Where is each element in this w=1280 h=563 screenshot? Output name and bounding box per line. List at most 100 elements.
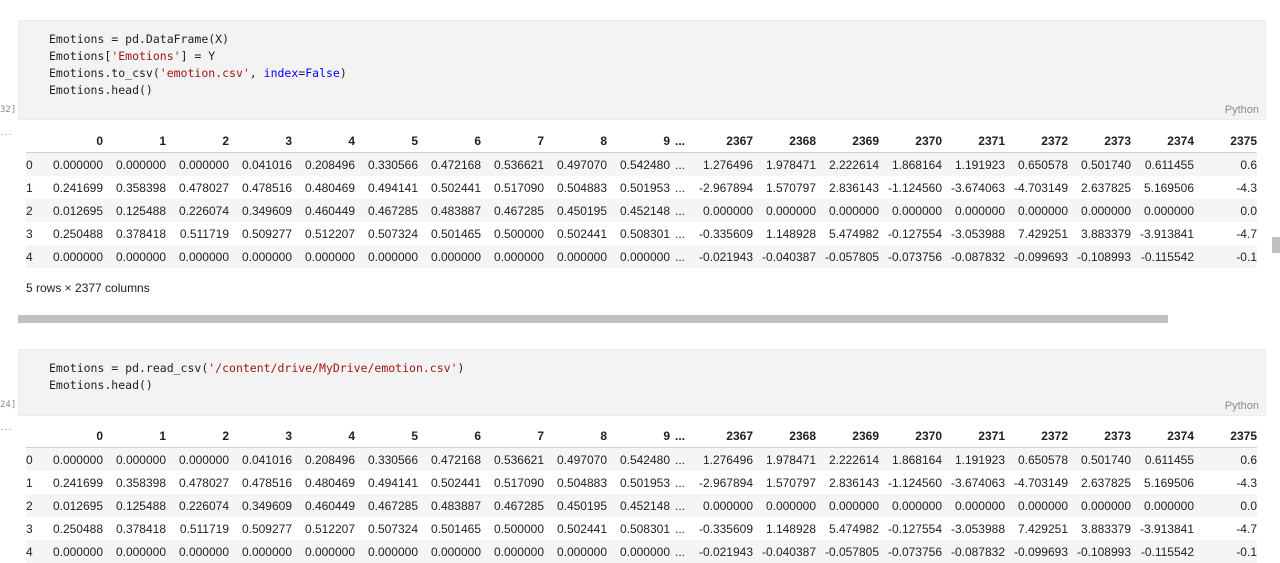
table-cell: -3.674063 — [950, 475, 1005, 490]
table-cell: 0.467285 — [481, 199, 544, 222]
table-cell: ... — [674, 226, 685, 241]
table-cell: 0.000000 — [942, 494, 1005, 517]
column-header: 3 — [229, 130, 292, 153]
table-cell: 0.208496 — [292, 152, 355, 176]
table-cell: 0.208496 — [292, 447, 355, 471]
code-token: ] = Y — [180, 49, 216, 63]
table-cell: 0.349609 — [229, 494, 292, 517]
column-header: 2367 — [690, 425, 753, 448]
table-cell: -0.108993 — [1068, 540, 1131, 563]
table-cell: ... — [670, 447, 690, 471]
horizontal-scrollbar[interactable] — [18, 315, 1168, 323]
table-cell: 1.191923 — [942, 152, 1005, 176]
table-cell: -0.099693 — [1005, 245, 1068, 268]
table-cell: 0.483887 — [418, 494, 481, 517]
table-cell: 0.250488 — [52, 521, 103, 536]
column-header: 2371 — [942, 130, 1005, 153]
table-cell: 0.611455 — [1131, 447, 1194, 471]
cell1-exec-count: 32] — [0, 105, 17, 115]
code-cell-2[interactable]: Emotions = pd.read_csv('/content/drive/M… — [18, 349, 1266, 416]
vertical-scrollbar-thumb[interactable] — [1272, 237, 1280, 253]
code-line: Emotions.head() — [49, 377, 464, 394]
code-token: Emotions.head() — [49, 378, 153, 392]
table-cell: 0.012695 — [40, 199, 103, 222]
table-cell: 0.517090 — [493, 180, 544, 195]
table-cell: -0.335609 — [698, 521, 753, 536]
table-cell: 0.000000 — [690, 199, 753, 222]
column-header: 2373 — [1068, 425, 1131, 448]
table-cell: 0.467285 — [355, 199, 418, 222]
column-header: 2371 — [942, 425, 1005, 448]
code-editor-1[interactable]: Emotions = pd.DataFrame(X) Emotions['Emot… — [49, 31, 347, 99]
table-cell: 3.883379 — [1080, 521, 1131, 536]
table-cell: 0.330566 — [355, 447, 418, 471]
row-index: 3 — [26, 521, 33, 536]
index-header — [26, 130, 40, 153]
table-cell: -3.053988 — [950, 521, 1005, 536]
table-cell: 0.511719 — [179, 521, 229, 536]
table-cell: 0.497070 — [544, 447, 607, 471]
table-cell: 5.474982 — [828, 521, 879, 536]
table-cell: -0.021943 — [690, 245, 753, 268]
table-cell: -2.967894 — [698, 180, 753, 195]
cell2-language-label[interactable]: Python — [1225, 400, 1259, 412]
cell1-output-menu[interactable]: ... — [1, 127, 12, 138]
table-cell: 0.000000 — [418, 245, 481, 268]
table-cell: 1.570797 — [765, 475, 816, 490]
table-cell: 0.000000 — [481, 540, 544, 563]
table-cell: ... — [670, 245, 690, 268]
table-cell: -1.124560 — [887, 475, 942, 490]
table-row: 0 0.000000 0.000000 0.000000 0.041016 0.20849… — [26, 152, 1257, 176]
table-cell: 1.868164 — [879, 447, 942, 471]
code-cell-1[interactable]: Emotions = pd.DataFrame(X) Emotions['Emot… — [18, 20, 1266, 120]
table-cell: 1.148928 — [765, 521, 816, 536]
code-token: Emotions = pd.read_csv( — [49, 361, 209, 375]
table-cell: 0.0 — [1194, 199, 1257, 222]
cell2-output-menu[interactable]: ... — [1, 422, 12, 433]
code-token: Emotions = pd.DataFrame(X) — [49, 32, 230, 46]
index-header — [26, 425, 40, 448]
column-header: 5 — [355, 130, 418, 153]
table-cell: -0.040387 — [753, 540, 816, 563]
cell1-language-label[interactable]: Python — [1225, 104, 1259, 116]
table-cell: 0.000000 — [355, 540, 418, 563]
table-cell: 0.467285 — [481, 494, 544, 517]
code-token: 'emotion.csv' — [159, 66, 250, 80]
table-cell: -0.087832 — [942, 245, 1005, 268]
table-cell: 0.000000 — [355, 245, 418, 268]
table-cell: 0.452148 — [607, 199, 670, 222]
code-token: False — [305, 66, 340, 80]
table-cell: 0.000000 — [1068, 199, 1131, 222]
row-index: 1 — [26, 180, 33, 195]
table-cell: 0.358398 — [115, 180, 166, 195]
table-cell: 0.650578 — [1005, 447, 1068, 471]
table-cell: 0.536621 — [481, 152, 544, 176]
table-cell: 0.000000 — [40, 152, 103, 176]
table-cell: -3.053988 — [950, 226, 1005, 241]
table-row: 3 0.250488 0.378418 0.511719 0.509277 0.51220… — [26, 222, 1257, 245]
table-cell: -0.115542 — [1131, 540, 1194, 563]
column-header: 7 — [481, 130, 544, 153]
table-cell: 0.241699 — [52, 180, 103, 195]
dataframe-table: 0 1 2 3 4 5 6 7 8 9... 2367 2368 2369 2370 2371 2372 237… — [26, 425, 1257, 563]
table-cell: 7.429251 — [1017, 521, 1068, 536]
column-header: 8 — [544, 425, 607, 448]
table-cell: ... — [670, 494, 690, 517]
table-cell: 0.000000 — [40, 447, 103, 471]
table-cell: 0.500000 — [493, 521, 544, 536]
code-line: Emotions['Emotions'] = Y — [49, 48, 347, 65]
table-cell: 0.483887 — [418, 199, 481, 222]
table-cell: ... — [670, 199, 690, 222]
code-editor-2[interactable]: Emotions = pd.read_csv('/content/drive/M… — [49, 360, 464, 394]
table-cell: 1.978471 — [753, 447, 816, 471]
table-cell: 0.000000 — [816, 494, 879, 517]
table-row: 3 0.250488 0.378418 0.511719 0.509277 0.51220… — [26, 517, 1257, 540]
table-cell: 0.504883 — [556, 475, 607, 490]
table-cell: 0.480469 — [304, 475, 355, 490]
table-cell: 0.502441 — [430, 475, 481, 490]
table-cell: 0.000000 — [753, 199, 816, 222]
table-cell: 0.000000 — [481, 245, 544, 268]
table-cell: 0.472168 — [418, 152, 481, 176]
table-cell: -0.040387 — [753, 245, 816, 268]
dataframe-shape-text: 5 rows × 2377 columns — [26, 281, 150, 295]
